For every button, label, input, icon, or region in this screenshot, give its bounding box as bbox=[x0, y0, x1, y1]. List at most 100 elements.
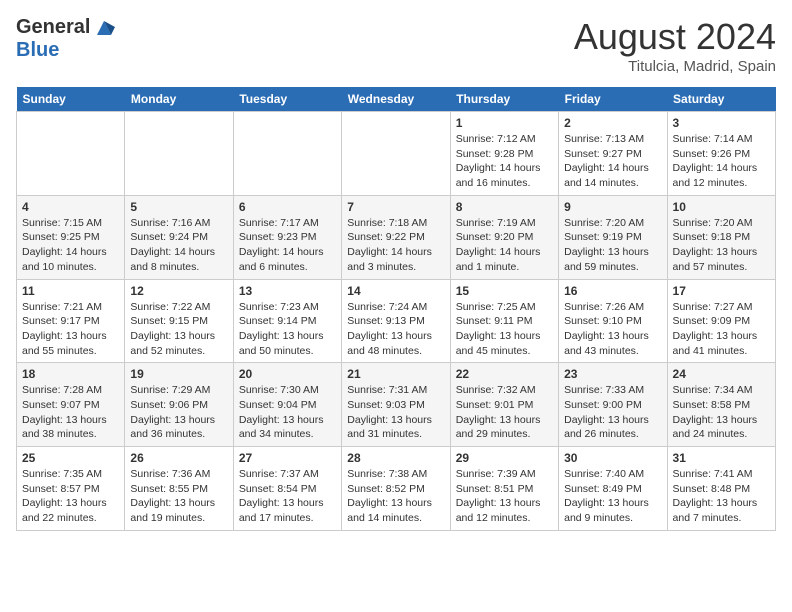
day-number: 6 bbox=[239, 200, 336, 214]
calendar-week-1: 1 Sunrise: 7:12 AM Sunset: 9:28 PM Daylig… bbox=[17, 112, 776, 196]
day-number: 18 bbox=[22, 367, 119, 381]
calendar-cell: 11 Sunrise: 7:21 AM Sunset: 9:17 PM Dayli… bbox=[17, 279, 125, 363]
day-number: 15 bbox=[456, 284, 553, 298]
day-info: Sunrise: 7:15 AM Sunset: 9:25 PM Dayligh… bbox=[22, 216, 119, 275]
day-number: 2 bbox=[564, 116, 661, 130]
day-info: Sunrise: 7:38 AM Sunset: 8:52 PM Dayligh… bbox=[347, 467, 444, 526]
day-number: 28 bbox=[347, 451, 444, 465]
calendar-cell: 4Sunrise: 7:15 AM Sunset: 9:25 PM Daylig… bbox=[17, 195, 125, 279]
day-header-saturday: Saturday bbox=[667, 87, 775, 112]
day-header-thursday: Thursday bbox=[450, 87, 558, 112]
day-info: Sunrise: 7:30 AM Sunset: 9:04 PM Dayligh… bbox=[239, 383, 336, 442]
calendar-cell: 25 Sunrise: 7:35 AM Sunset: 8:57 PM Dayli… bbox=[17, 447, 125, 531]
calendar-cell: 1 Sunrise: 7:12 AM Sunset: 9:28 PM Daylig… bbox=[450, 112, 558, 196]
day-number: 30 bbox=[564, 451, 661, 465]
calendar-week-4: 18 Sunrise: 7:28 AM Sunset: 9:07 PM Dayli… bbox=[17, 363, 776, 447]
day-number: 14 bbox=[347, 284, 444, 298]
day-info: Sunrise: 7:22 AM Sunset: 9:15 PM Dayligh… bbox=[130, 300, 227, 359]
day-number: 17 bbox=[673, 284, 770, 298]
calendar-cell: 19 Sunrise: 7:29 AM Sunset: 9:06 PM Dayli… bbox=[125, 363, 233, 447]
calendar-cell: 15Sunrise: 7:25 AM Sunset: 9:11 PM Dayli… bbox=[450, 279, 558, 363]
day-number: 23 bbox=[564, 367, 661, 381]
day-info: Sunrise: 7:16 AM Sunset: 9:24 PM Dayligh… bbox=[130, 216, 227, 275]
calendar-cell bbox=[233, 112, 341, 196]
day-info: Sunrise: 7:40 AM Sunset: 8:49 PM Dayligh… bbox=[564, 467, 661, 526]
day-info: Sunrise: 7:21 AM Sunset: 9:17 PM Dayligh… bbox=[22, 300, 119, 359]
day-header-tuesday: Tuesday bbox=[233, 87, 341, 112]
day-info: Sunrise: 7:17 AM Sunset: 9:23 PM Dayligh… bbox=[239, 216, 336, 275]
day-header-wednesday: Wednesday bbox=[342, 87, 450, 112]
location-subtitle: Titulcia, Madrid, Spain bbox=[574, 58, 776, 75]
calendar-week-3: 11 Sunrise: 7:21 AM Sunset: 9:17 PM Dayli… bbox=[17, 279, 776, 363]
day-number: 31 bbox=[673, 451, 770, 465]
calendar-cell: 21Sunrise: 7:31 AM Sunset: 9:03 PM Dayli… bbox=[342, 363, 450, 447]
calendar-cell: 26 Sunrise: 7:36 AM Sunset: 8:55 PM Dayli… bbox=[125, 447, 233, 531]
calendar-cell: 6 Sunrise: 7:17 AM Sunset: 9:23 PM Daylig… bbox=[233, 195, 341, 279]
day-number: 27 bbox=[239, 451, 336, 465]
day-header-friday: Friday bbox=[559, 87, 667, 112]
calendar-cell: 28 Sunrise: 7:38 AM Sunset: 8:52 PM Dayli… bbox=[342, 447, 450, 531]
day-info: Sunrise: 7:33 AM Sunset: 9:00 PM Dayligh… bbox=[564, 383, 661, 442]
calendar-cell: 13 Sunrise: 7:23 AM Sunset: 9:14 PM Dayli… bbox=[233, 279, 341, 363]
calendar-cell: 17 Sunrise: 7:27 AM Sunset: 9:09 PM Dayli… bbox=[667, 279, 775, 363]
calendar-cell: 12Sunrise: 7:22 AM Sunset: 9:15 PM Dayli… bbox=[125, 279, 233, 363]
day-number: 11 bbox=[22, 284, 119, 298]
day-info: Sunrise: 7:13 AM Sunset: 9:27 PM Dayligh… bbox=[564, 132, 661, 191]
day-info: Sunrise: 7:34 AM Sunset: 8:58 PM Dayligh… bbox=[673, 383, 770, 442]
title-block: August 2024 Titulcia, Madrid, Spain bbox=[574, 16, 776, 75]
calendar-cell: 5 Sunrise: 7:16 AM Sunset: 9:24 PM Daylig… bbox=[125, 195, 233, 279]
day-info: Sunrise: 7:32 AM Sunset: 9:01 PM Dayligh… bbox=[456, 383, 553, 442]
day-number: 9 bbox=[564, 200, 661, 214]
page-header: General Blue August 2024 Titulcia, Madri… bbox=[16, 16, 776, 75]
calendar-cell: 31Sunrise: 7:41 AM Sunset: 8:48 PM Dayli… bbox=[667, 447, 775, 531]
calendar-cell bbox=[125, 112, 233, 196]
calendar-week-2: 4Sunrise: 7:15 AM Sunset: 9:25 PM Daylig… bbox=[17, 195, 776, 279]
day-info: Sunrise: 7:12 AM Sunset: 9:28 PM Dayligh… bbox=[456, 132, 553, 191]
day-info: Sunrise: 7:24 AM Sunset: 9:13 PM Dayligh… bbox=[347, 300, 444, 359]
day-number: 8 bbox=[456, 200, 553, 214]
day-header-sunday: Sunday bbox=[17, 87, 125, 112]
day-info: Sunrise: 7:19 AM Sunset: 9:20 PM Dayligh… bbox=[456, 216, 553, 275]
day-number: 3 bbox=[673, 116, 770, 130]
day-info: Sunrise: 7:20 AM Sunset: 9:19 PM Dayligh… bbox=[564, 216, 661, 275]
day-number: 10 bbox=[673, 200, 770, 214]
day-number: 1 bbox=[456, 116, 553, 130]
logo: General Blue bbox=[16, 16, 115, 62]
day-info: Sunrise: 7:14 AM Sunset: 9:26 PM Dayligh… bbox=[673, 132, 770, 191]
logo-line1: General bbox=[16, 16, 115, 39]
calendar-cell: 9 Sunrise: 7:20 AM Sunset: 9:19 PM Daylig… bbox=[559, 195, 667, 279]
logo-icon bbox=[93, 17, 115, 39]
calendar-cell: 24Sunrise: 7:34 AM Sunset: 8:58 PM Dayli… bbox=[667, 363, 775, 447]
day-info: Sunrise: 7:23 AM Sunset: 9:14 PM Dayligh… bbox=[239, 300, 336, 359]
day-info: Sunrise: 7:28 AM Sunset: 9:07 PM Dayligh… bbox=[22, 383, 119, 442]
calendar-cell: 14 Sunrise: 7:24 AM Sunset: 9:13 PM Dayli… bbox=[342, 279, 450, 363]
calendar-cell: 23 Sunrise: 7:33 AM Sunset: 9:00 PM Dayli… bbox=[559, 363, 667, 447]
day-info: Sunrise: 7:18 AM Sunset: 9:22 PM Dayligh… bbox=[347, 216, 444, 275]
calendar-cell bbox=[342, 112, 450, 196]
day-number: 25 bbox=[22, 451, 119, 465]
calendar-week-5: 25 Sunrise: 7:35 AM Sunset: 8:57 PM Dayli… bbox=[17, 447, 776, 531]
day-info: Sunrise: 7:26 AM Sunset: 9:10 PM Dayligh… bbox=[564, 300, 661, 359]
day-number: 13 bbox=[239, 284, 336, 298]
day-info: Sunrise: 7:29 AM Sunset: 9:06 PM Dayligh… bbox=[130, 383, 227, 442]
calendar-cell: 30 Sunrise: 7:40 AM Sunset: 8:49 PM Dayli… bbox=[559, 447, 667, 531]
day-number: 26 bbox=[130, 451, 227, 465]
day-info: Sunrise: 7:35 AM Sunset: 8:57 PM Dayligh… bbox=[22, 467, 119, 526]
day-number: 19 bbox=[130, 367, 227, 381]
day-number: 16 bbox=[564, 284, 661, 298]
calendar-cell: 16 Sunrise: 7:26 AM Sunset: 9:10 PM Dayli… bbox=[559, 279, 667, 363]
calendar-table: SundayMondayTuesdayWednesdayThursdayFrid… bbox=[16, 87, 776, 531]
day-info: Sunrise: 7:36 AM Sunset: 8:55 PM Dayligh… bbox=[130, 467, 227, 526]
calendar-cell: 22 Sunrise: 7:32 AM Sunset: 9:01 PM Dayli… bbox=[450, 363, 558, 447]
calendar-cell: 2 Sunrise: 7:13 AM Sunset: 9:27 PM Daylig… bbox=[559, 112, 667, 196]
day-info: Sunrise: 7:39 AM Sunset: 8:51 PM Dayligh… bbox=[456, 467, 553, 526]
day-number: 29 bbox=[456, 451, 553, 465]
day-number: 5 bbox=[130, 200, 227, 214]
day-number: 22 bbox=[456, 367, 553, 381]
calendar-cell bbox=[17, 112, 125, 196]
day-info: Sunrise: 7:20 AM Sunset: 9:18 PM Dayligh… bbox=[673, 216, 770, 275]
calendar-cell: 7Sunrise: 7:18 AM Sunset: 9:22 PM Daylig… bbox=[342, 195, 450, 279]
calendar-header: SundayMondayTuesdayWednesdayThursdayFrid… bbox=[17, 87, 776, 112]
day-header-monday: Monday bbox=[125, 87, 233, 112]
day-info: Sunrise: 7:27 AM Sunset: 9:09 PM Dayligh… bbox=[673, 300, 770, 359]
